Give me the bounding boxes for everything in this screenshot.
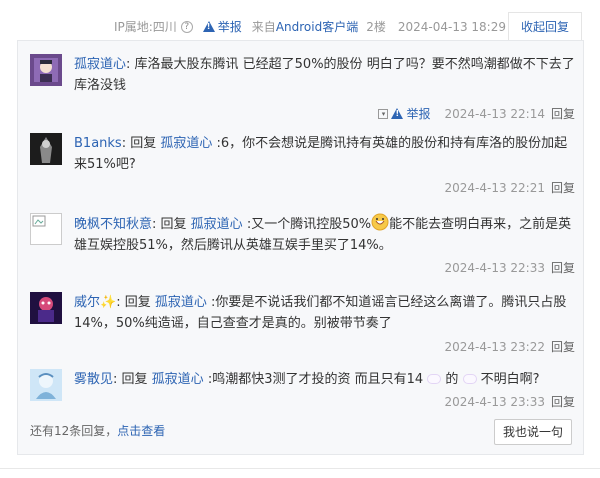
avatar[interactable]: [30, 369, 62, 401]
broken-image-icon: [32, 215, 46, 227]
reply-footer: 2024-4-13 22:33 回复: [444, 259, 575, 276]
reply-button[interactable]: 回复: [551, 105, 575, 122]
report-label: 举报: [217, 20, 242, 34]
warning-icon: [202, 21, 215, 32]
report-link[interactable]: 举报: [202, 18, 242, 35]
reply-time: 2024-4-13 22:21: [444, 180, 545, 195]
chevron-down-icon[interactable]: ▾: [378, 108, 389, 119]
avatar[interactable]: [30, 213, 62, 245]
reply-username[interactable]: B1anks: [74, 136, 122, 151]
post-meta-bar: IP属地:四川 ? 举报 来自Android客户端 2楼 2024-04-13 …: [0, 0, 600, 40]
list-item: B1anks: 回复 孤寂道心 :6，你不会想说是腾讯持有英雄的股份和持有库洛的…: [30, 133, 575, 205]
reply-button[interactable]: 回复: [551, 338, 575, 355]
emoji-placeholder-icon: [462, 374, 477, 384]
client-prefix: 来自: [251, 20, 276, 34]
reply-footer: 2024-4-13 22:21 回复: [444, 179, 575, 196]
reply-footer: ▾ 举报 2024-4-13 22:14 回复: [378, 105, 575, 122]
list-item: 孤寂道心: 库洛最大股东腾讯 已经超了50%的股份 明白了吗？要不然鸣潮都做不下…: [30, 54, 575, 124]
reply-time: 2024-4-13 22:33: [444, 260, 545, 275]
reply-content: 孤寂道心: 库洛最大股东腾讯 已经超了50%的股份 明白了吗？要不然鸣潮都做不下…: [74, 54, 575, 96]
reply-prefix: : 回复: [121, 136, 161, 151]
reply-text-part-3: 不明白啊?: [476, 372, 540, 387]
reply-separator: :: [126, 57, 135, 72]
avatar[interactable]: [30, 133, 62, 165]
reply-button[interactable]: 回复: [551, 259, 575, 276]
reply-panel: 孤寂道心: 库洛最大股东腾讯 已经超了50%的股份 明白了吗？要不然鸣潮都做不下…: [17, 40, 584, 455]
post-datetime: 2024-04-13 18:29: [397, 19, 506, 34]
reply-footer: 2024-4-13 23:22 回复: [444, 338, 575, 355]
reply-text-part-1: :鸣潮都快3测了才投的资 而且只有14: [203, 372, 428, 387]
reply-content: 威尔✨: 回复 孤寂道心 :你要是不说话我们都不知道谣言已经这么离谱了。腾讯只占…: [74, 292, 575, 334]
reply-username[interactable]: 威尔: [74, 295, 100, 310]
collapse-replies-button[interactable]: 收起回复: [508, 12, 582, 40]
list-item: 晚枫不知秋意: 回复 孤寂道心 :又一个腾讯控股50% 能不能去查明白再来，之前是…: [30, 213, 575, 285]
reply-text-part-2: 的: [441, 372, 463, 387]
reply-footer: 2024-4-13 23:33 回复: [444, 393, 575, 410]
ip-location: IP属地:四川: [113, 20, 177, 34]
reply-prefix: : 回复: [152, 217, 191, 232]
post-meta: IP属地:四川 ? 举报 来自Android客户端 2楼 2024-04-13 …: [114, 18, 506, 35]
reply-username[interactable]: 晚枫不知秋意: [74, 217, 152, 232]
list-item: 威尔✨: 回复 孤寂道心 :你要是不说话我们都不知道谣言已经这么离谱了。腾讯只占…: [30, 292, 575, 364]
laughing-emoji-icon: [371, 213, 389, 231]
reply-target-user[interactable]: 孤寂道心: [191, 217, 243, 232]
say-something-button[interactable]: 我也说一句: [494, 419, 572, 445]
emoji-placeholder-icon: [427, 374, 442, 384]
reply-username[interactable]: 雾散见: [74, 372, 113, 387]
reply-text-part-1: :又一个腾讯控股50%: [242, 217, 372, 232]
sparkle-icon: ✨: [100, 295, 117, 310]
floor-number: 2楼: [366, 20, 386, 34]
reply-time: 2024-4-13 23:33: [444, 394, 545, 409]
reply-prefix: : 回复: [113, 372, 152, 387]
reply-button[interactable]: 回复: [551, 393, 575, 410]
list-item: 雾散见: 回复 孤寂道心 :鸣潮都快3测了才投的资 而且只有14 的 不明白啊?…: [30, 369, 575, 419]
more-replies: 还有12条回复，点击查看: [30, 422, 165, 439]
reply-username[interactable]: 孤寂道心: [74, 57, 126, 72]
client-link[interactable]: Android客户端: [276, 20, 358, 34]
reply-content: B1anks: 回复 孤寂道心 :6，你不会想说是腾讯持有英雄的股份和持有库洛的…: [74, 133, 575, 175]
report-link[interactable]: 举报: [406, 105, 430, 122]
reply-prefix: : 回复: [116, 295, 155, 310]
reply-target-user[interactable]: 孤寂道心: [160, 136, 212, 151]
reply-time: 2024-4-13 22:14: [444, 106, 545, 121]
help-icon[interactable]: ?: [180, 20, 193, 33]
divider: [0, 468, 600, 469]
more-replies-text: 还有12条回复，: [30, 424, 118, 438]
warning-icon: [391, 108, 404, 119]
reply-time: 2024-4-13 23:22: [444, 339, 545, 354]
avatar[interactable]: [30, 292, 62, 324]
reply-target-user[interactable]: 孤寂道心: [152, 372, 204, 387]
reply-target-user[interactable]: 孤寂道心: [155, 295, 207, 310]
reply-button[interactable]: 回复: [551, 179, 575, 196]
reply-content: 雾散见: 回复 孤寂道心 :鸣潮都快3测了才投的资 而且只有14 的 不明白啊?: [74, 369, 575, 390]
reply-text: 库洛最大股东腾讯 已经超了50%的股份 明白了吗？要不然鸣潮都做不下去了 库洛没…: [74, 57, 575, 93]
client-source: 来自Android客户端: [252, 18, 358, 35]
reply-content: 晚枫不知秋意: 回复 孤寂道心 :又一个腾讯控股50% 能不能去查明白再来，之前是…: [74, 213, 575, 256]
view-more-link[interactable]: 点击查看: [117, 424, 165, 438]
avatar[interactable]: [30, 54, 62, 86]
